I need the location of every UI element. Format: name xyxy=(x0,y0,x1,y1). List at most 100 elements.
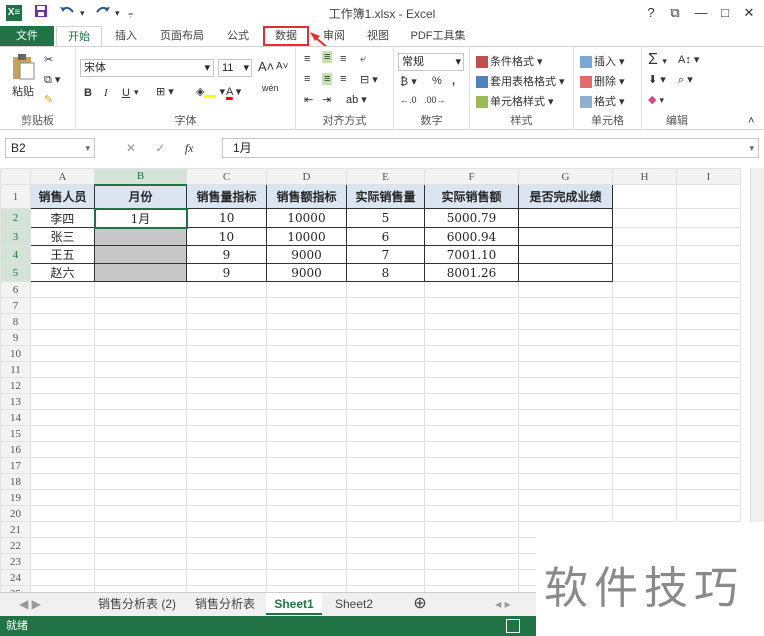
empty-cell[interactable] xyxy=(94,553,187,570)
table-header-cell[interactable]: 销售量指标 xyxy=(186,184,267,209)
empty-cell[interactable] xyxy=(186,489,267,506)
empty-cell[interactable] xyxy=(424,393,519,410)
cut-icon[interactable]: ✂ xyxy=(44,53,53,66)
paste-button[interactable] xyxy=(10,53,36,84)
empty-cell[interactable] xyxy=(424,553,519,570)
phonetic-button[interactable]: wén xyxy=(262,83,279,93)
increase-decimal-icon[interactable]: ←.0 xyxy=(400,95,417,105)
scroll-sheets-icon[interactable]: ◀ ▶ xyxy=(10,593,50,615)
percent-button[interactable]: % xyxy=(432,75,442,87)
empty-cell[interactable] xyxy=(266,489,347,506)
empty-cell[interactable] xyxy=(676,345,741,362)
font-name-select[interactable]: 宋体 ▾ xyxy=(80,59,214,77)
empty-cell[interactable] xyxy=(94,505,187,522)
empty-cell[interactable] xyxy=(676,489,741,506)
table-cell[interactable]: 10 xyxy=(186,208,267,228)
empty-cell[interactable] xyxy=(186,425,267,442)
table-cell[interactable]: 9000 xyxy=(266,245,347,264)
empty-cell[interactable] xyxy=(346,297,425,314)
empty-cell[interactable] xyxy=(612,281,677,298)
row-header[interactable]: 12 xyxy=(0,377,31,394)
empty-cell[interactable] xyxy=(676,393,741,410)
empty-cell[interactable] xyxy=(30,553,95,570)
empty-cell[interactable] xyxy=(94,473,187,490)
empty-cell[interactable] xyxy=(186,569,267,586)
empty-cell[interactable] xyxy=(30,281,95,298)
row-header[interactable]: 22 xyxy=(0,537,31,554)
empty-cell[interactable] xyxy=(612,425,677,442)
empty-cell[interactable] xyxy=(346,409,425,426)
empty-cell[interactable] xyxy=(94,457,187,474)
empty-cell[interactable] xyxy=(266,297,347,314)
empty-cell[interactable] xyxy=(94,409,187,426)
empty-cell[interactable] xyxy=(346,345,425,362)
empty-cell[interactable] xyxy=(266,505,347,522)
empty-cell[interactable] xyxy=(676,297,741,314)
empty-cell[interactable] xyxy=(518,281,613,298)
table-cell[interactable]: 10 xyxy=(186,227,267,246)
empty-cell[interactable] xyxy=(266,329,347,346)
cell-styles-button[interactable]: 单元格样式 ▾ xyxy=(476,93,554,109)
empty-cell[interactable] xyxy=(346,489,425,506)
row-header[interactable]: 17 xyxy=(0,457,31,474)
empty-cell[interactable] xyxy=(346,361,425,378)
empty-cell[interactable] xyxy=(266,425,347,442)
empty-cell[interactable] xyxy=(266,393,347,410)
currency-icon[interactable]: ₿ ▾ xyxy=(400,75,417,88)
empty-cell[interactable] xyxy=(612,263,677,282)
table-cell[interactable]: 7 xyxy=(346,245,425,264)
empty-cell[interactable] xyxy=(424,505,519,522)
empty-cell[interactable] xyxy=(94,393,187,410)
empty-cell[interactable] xyxy=(346,473,425,490)
empty-cell[interactable] xyxy=(612,409,677,426)
empty-cell[interactable] xyxy=(424,489,519,506)
align-left-icon[interactable]: ≡ xyxy=(304,73,310,85)
empty-cell[interactable] xyxy=(346,457,425,474)
collapse-ribbon-icon[interactable]: ˄ xyxy=(748,115,754,127)
empty-cell[interactable] xyxy=(518,313,613,330)
table-cell[interactable]: 7001.10 xyxy=(424,245,519,264)
empty-cell[interactable] xyxy=(30,393,95,410)
empty-cell[interactable] xyxy=(94,313,187,330)
table-cell[interactable]: 赵六 xyxy=(30,263,95,282)
empty-cell[interactable] xyxy=(518,329,613,346)
empty-cell[interactable] xyxy=(612,489,677,506)
empty-cell[interactable] xyxy=(612,505,677,522)
empty-cell[interactable] xyxy=(94,425,187,442)
empty-cell[interactable] xyxy=(612,457,677,474)
table-cell[interactable]: 9000 xyxy=(266,263,347,282)
empty-cell[interactable] xyxy=(518,345,613,362)
empty-cell[interactable] xyxy=(94,345,187,362)
row-header[interactable]: 7 xyxy=(0,297,31,314)
empty-cell[interactable] xyxy=(30,537,95,554)
formula-input[interactable]: 1月 ▾ xyxy=(222,138,759,158)
sort-filter-icon[interactable]: A↕ ▾ xyxy=(678,53,699,66)
table-header-cell[interactable]: 月份 xyxy=(94,184,187,209)
cancel-icon[interactable]: ✕ xyxy=(126,141,136,155)
empty-cell[interactable] xyxy=(676,425,741,442)
empty-cell[interactable] xyxy=(612,208,677,228)
bold-button[interactable]: B xyxy=(84,87,92,99)
table-cell[interactable] xyxy=(94,227,187,246)
empty-cell[interactable] xyxy=(186,505,267,522)
empty-cell[interactable] xyxy=(30,313,95,330)
table-cell[interactable]: 9 xyxy=(186,263,267,282)
empty-cell[interactable] xyxy=(346,505,425,522)
empty-cell[interactable] xyxy=(94,329,187,346)
table-cell[interactable] xyxy=(518,227,613,246)
empty-cell[interactable] xyxy=(346,313,425,330)
table-header-cell[interactable]: 销售人员 xyxy=(30,184,95,209)
empty-cell[interactable] xyxy=(186,521,267,538)
orientation-icon[interactable]: ab ▾ xyxy=(346,93,367,106)
empty-cell[interactable] xyxy=(346,281,425,298)
empty-cell[interactable] xyxy=(186,393,267,410)
column-header[interactable]: F xyxy=(424,168,519,185)
align-middle-icon[interactable]: ≡ xyxy=(322,51,333,63)
empty-cell[interactable] xyxy=(186,361,267,378)
empty-cell[interactable] xyxy=(346,521,425,538)
border-icon[interactable]: ⊞ ▾ xyxy=(156,85,174,98)
table-cell[interactable]: 8 xyxy=(346,263,425,282)
column-header[interactable]: C xyxy=(186,168,267,185)
table-header-cell[interactable]: 销售额指标 xyxy=(266,184,347,209)
decrease-decimal-icon[interactable]: .00→ xyxy=(424,95,446,105)
